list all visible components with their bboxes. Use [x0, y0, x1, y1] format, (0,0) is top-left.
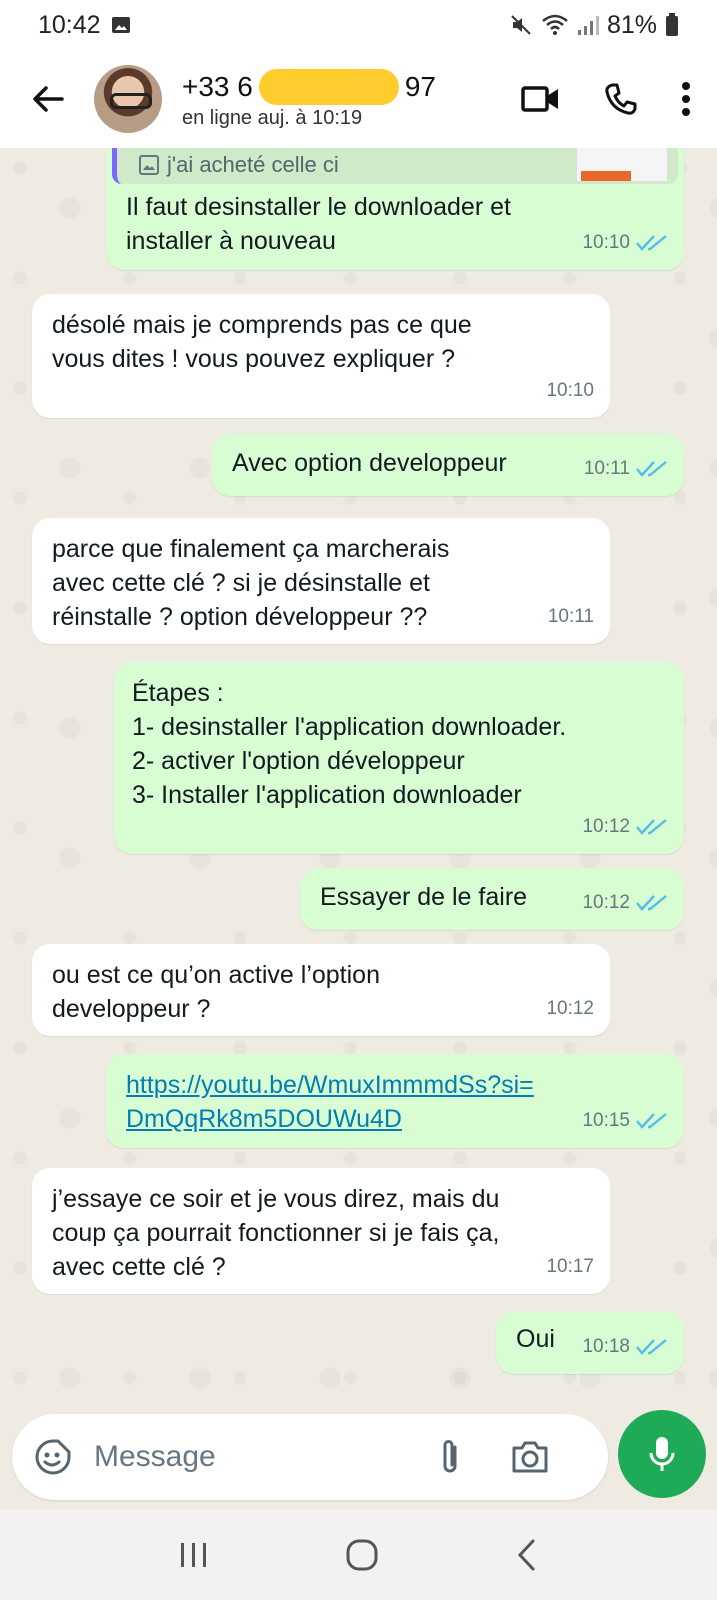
chat-header: +33 6 97 en ligne auj. à 10:19	[0, 50, 717, 148]
message-text: j’essaye ce soir et je vous direz, mais …	[52, 1185, 500, 1281]
message-meta: 10:10	[546, 374, 594, 408]
contact-info[interactable]: +33 6 97 en ligne auj. à 10:19	[182, 68, 442, 130]
message-time: 10:10	[582, 232, 630, 253]
message-text: désolé mais je comprends pas ce que vous…	[52, 311, 472, 373]
read-ticks-icon	[636, 819, 667, 835]
message-time: 10:10	[546, 380, 594, 401]
read-ticks-icon	[636, 1113, 667, 1129]
message-meta: 10:17	[546, 1250, 594, 1284]
redaction-mark	[258, 68, 399, 105]
home-icon	[346, 1539, 378, 1571]
mic-icon	[649, 1437, 675, 1471]
sticker-icon	[35, 1439, 71, 1475]
home-button[interactable]	[345, 1538, 379, 1572]
recents-icon	[180, 1543, 206, 1567]
message-meta: 10:10	[582, 226, 668, 260]
back-icon	[518, 1539, 535, 1571]
status-time: 10:42	[38, 10, 101, 39]
read-ticks-icon	[636, 1339, 667, 1355]
message-text: parce que finalement ça marcherais avec …	[52, 535, 450, 631]
mute-icon	[511, 15, 531, 35]
read-ticks-icon	[636, 461, 667, 477]
message-input[interactable]	[94, 1440, 434, 1474]
message-bubble-incoming[interactable]: désolé mais je comprends pas ce que vous…	[32, 294, 610, 418]
message-bubble-incoming[interactable]: ou est ce qu’on active l’option developp…	[32, 944, 610, 1036]
message-meta: 10:12	[546, 992, 594, 1026]
contact-name: +33 6 97	[182, 68, 442, 105]
quoted-text: j'ai acheté celle ci	[167, 152, 339, 177]
sticker-button[interactable]	[34, 1438, 72, 1476]
more-options-button[interactable]	[681, 81, 691, 117]
whatsapp-chat-screen: 10:42 81% +33 6 97 en ligne auj. à 10:19…	[0, 0, 717, 1600]
signal-icon	[577, 16, 599, 35]
video-call-button[interactable]	[521, 84, 561, 114]
message-time: 10:18	[582, 1336, 630, 1357]
message-meta: 10:12	[582, 886, 668, 920]
message-time: 10:17	[546, 1256, 594, 1277]
message-meta: 10:18	[582, 1330, 668, 1364]
contact-number-suffix: 97	[404, 70, 437, 102]
message-input-container[interactable]	[12, 1414, 608, 1500]
status-bar: 10:42 81%	[0, 0, 717, 50]
message-meta: 10:15	[582, 1104, 668, 1138]
recents-button[interactable]	[178, 1540, 210, 1570]
message-bubble-incoming[interactable]: parce que finalement ça marcherais avec …	[32, 518, 610, 644]
read-ticks-icon	[636, 895, 667, 911]
wifi-icon	[542, 14, 568, 35]
voice-call-button[interactable]	[603, 81, 639, 117]
message-time: 10:15	[582, 1110, 630, 1131]
message-bubble-incoming[interactable]: j’essaye ce soir et je vous direz, mais …	[32, 1168, 610, 1294]
quoted-message[interactable]: j'ai acheté celle ci	[112, 148, 678, 184]
video-call-icon	[521, 86, 558, 112]
composer	[0, 1410, 717, 1510]
back-button[interactable]	[26, 77, 70, 121]
battery-icon	[666, 13, 678, 36]
message-bubble-outgoing[interactable]: Oui 10:18	[496, 1312, 684, 1374]
attach-icon	[443, 1440, 457, 1473]
more-vert-icon	[682, 82, 690, 116]
message-time: 10:12	[582, 892, 630, 913]
camera-button[interactable]	[510, 1440, 550, 1474]
youtube-link[interactable]: https://youtu.be/WmuxImmmdSs?si= DmQqRk8…	[126, 1071, 534, 1133]
message-time: 10:12	[546, 998, 594, 1019]
message-bubble-outgoing[interactable]: Avec option developpeur 10:11	[212, 434, 684, 496]
message-time: 10:11	[583, 458, 630, 479]
message-meta: 10:12	[582, 810, 668, 844]
camera-icon	[512, 1441, 548, 1473]
message-text: ou est ce qu’on active l’option developp…	[52, 961, 380, 1023]
message-bubble-outgoing[interactable]: Étapes : 1- desinstaller l'application d…	[114, 662, 684, 854]
image-icon	[139, 155, 159, 175]
message-bubble-outgoing[interactable]: https://youtu.be/WmuxImmmdSs?si= DmQqRk8…	[106, 1054, 684, 1148]
message-meta: 10:11	[584, 452, 668, 486]
message-meta: 10:11	[548, 600, 594, 634]
attach-button[interactable]	[438, 1437, 462, 1477]
gallery-notification-icon	[111, 17, 130, 33]
system-back-button[interactable]	[515, 1538, 539, 1572]
contact-avatar[interactable]	[94, 65, 162, 133]
phone-icon	[605, 83, 637, 115]
message-time: 10:11	[547, 606, 594, 627]
contact-last-seen: en ligne auj. à 10:19	[182, 106, 363, 129]
message-text: Étapes : 1- desinstaller l'application d…	[132, 679, 567, 809]
contact-number-prefix: +33 6	[182, 70, 253, 102]
back-arrow-icon	[33, 86, 64, 112]
message-bubble-outgoing[interactable]: Essayer de le faire 10:12	[300, 868, 684, 930]
read-ticks-icon	[636, 235, 667, 251]
message-list[interactable]: j'ai acheté celle ci Il faut desinstalle…	[0, 148, 717, 1410]
system-navigation-bar	[0, 1510, 717, 1600]
quoted-image-thumbnail	[576, 148, 668, 182]
message-bubble-outgoing[interactable]: Il faut desinstaller le downloader et in…	[106, 184, 684, 270]
message-time: 10:12	[582, 816, 630, 837]
voice-message-button[interactable]	[618, 1410, 706, 1498]
battery-percent: 81%	[606, 10, 657, 39]
